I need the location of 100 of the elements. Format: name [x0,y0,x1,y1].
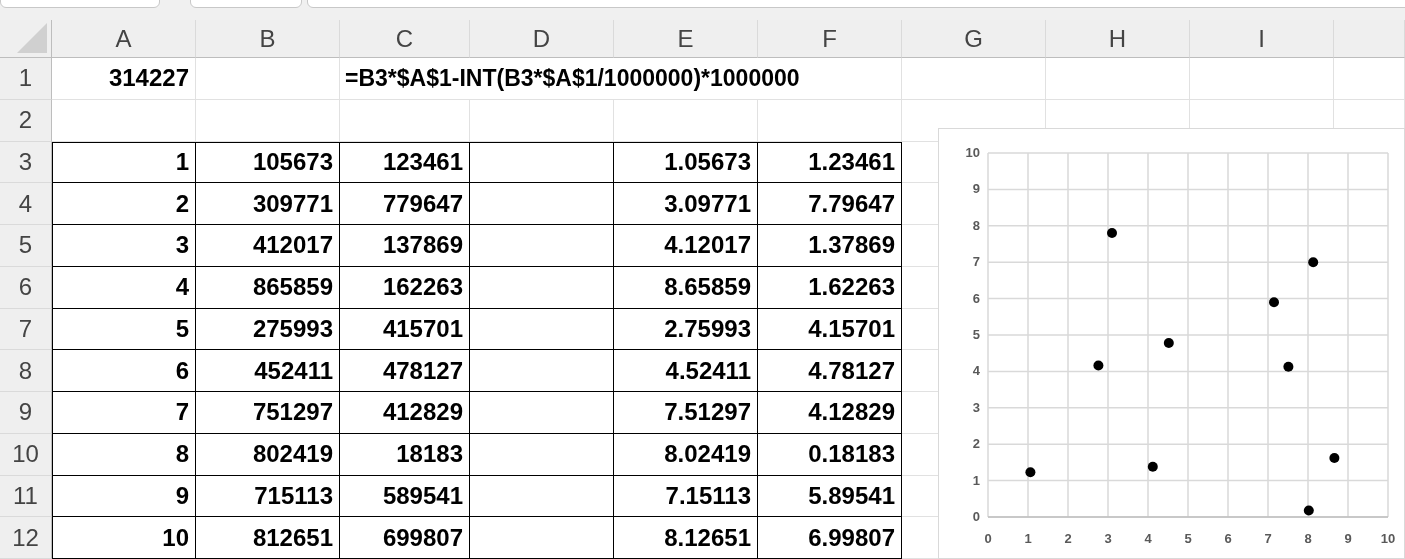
axis-tick-label: 7 [1264,531,1272,546]
table-cell: 8 [52,433,196,476]
axis-tick-label: 1 [1024,531,1032,546]
table-cell: 3.09771 [614,183,758,225]
row-header[interactable]: 6 [0,266,52,309]
table-cell: 18183 [340,433,470,476]
table-cell: 5 [52,308,196,351]
table-cell: 1 [52,141,196,184]
table-cell: 751297 [196,392,340,434]
table-cell: 1.05673 [614,141,758,184]
axis-tick-label: 6 [1224,531,1232,546]
table-cell: 1.37869 [758,225,902,267]
data-point [1303,505,1314,516]
table-cell: 309771 [196,183,340,225]
table-cell: 123461 [340,141,470,184]
table-cell: 802419 [196,433,340,476]
table-cell: 412017 [196,225,340,267]
row-header[interactable]: 9 [0,392,52,434]
row-header[interactable]: 2 [0,99,52,142]
axis-tick-label: 6 [972,290,980,306]
row-header[interactable]: 3 [0,141,52,184]
table-cell: 715113 [196,475,340,518]
column-header[interactable]: B [196,20,340,58]
table-cell: 8.02419 [614,433,758,476]
row-header[interactable]: 12 [0,517,52,559]
select-all-corner[interactable] [0,20,52,58]
table-cell: 4.12829 [758,392,902,434]
row-header[interactable]: 4 [0,183,52,225]
row-header[interactable]: 8 [0,350,52,392]
data-point [1329,453,1340,464]
column-header[interactable]: E [614,20,758,58]
table-cell: 7.15113 [614,475,758,518]
axis-tick-label: 5 [1184,531,1192,546]
axis-tick-label: 0 [984,531,992,546]
axis-tick-label: 2 [972,436,980,452]
table-cell: 275993 [196,308,340,351]
table-cell: 0.18183 [758,433,902,476]
data-point [1107,228,1117,239]
row-header[interactable]: 10 [0,433,52,476]
row-header[interactable]: 7 [0,308,52,351]
row-header[interactable]: 5 [0,225,52,267]
table-cell: 4.15701 [758,308,902,351]
table-cell: 779647 [340,183,470,225]
data-point [1147,461,1158,472]
table-cell: 2 [52,183,196,225]
column-header[interactable]: C [340,20,470,58]
column-header[interactable]: F [758,20,902,58]
axis-tick-label: 4 [972,363,980,379]
table-cell: 8.12651 [614,517,758,559]
table-cell: 812651 [196,517,340,559]
column-header[interactable]: G [902,20,1046,58]
row-header[interactable]: 1 [0,58,52,100]
table-cell: 162263 [340,266,470,309]
table-cell: 7.79647 [758,183,902,225]
data-point [1025,467,1036,478]
axis-tick-label: 8 [972,217,980,233]
table-cell: 5.89541 [758,475,902,518]
axis-tick-label: 9 [1344,531,1352,546]
table-cell: 589541 [340,475,470,518]
select-all-icon[interactable] [17,23,47,53]
table-cell: 4.12017 [614,225,758,267]
table-cell: 6 [52,350,196,392]
table-cell: 8.65859 [614,266,758,309]
axis-tick-label: 2 [1064,531,1072,546]
data-point [1283,361,1294,372]
column-header[interactable]: D [470,20,614,58]
column-header[interactable]: I [1190,20,1334,58]
table-cell: 105673 [196,141,340,184]
data-point [1308,257,1319,268]
row-header[interactable]: 11 [0,475,52,518]
axis-tick-label: 7 [972,254,980,270]
table-cell: 865859 [196,266,340,309]
table-cell: 2.75993 [614,308,758,351]
table-cell: 137869 [340,225,470,267]
table-cell: 314227 [52,58,196,100]
axis-tick-label: 10 [965,145,980,160]
table-cell: 10 [52,517,196,559]
axis-tick-label: 8 [1304,531,1312,546]
column-header[interactable]: H [1046,20,1190,58]
table-cell: 452411 [196,350,340,392]
axis-tick-label: 3 [1104,531,1112,546]
table-cell: 1.62263 [758,266,902,309]
table-cell: 4 [52,266,196,309]
data-point [1093,360,1104,371]
table-cell: 3 [52,225,196,267]
table-cell: 4.52411 [614,350,758,392]
data-point [1163,338,1174,348]
formula-text: =B3*$A$1-INT(B3*$A$1/1000000)*1000000 [340,58,902,100]
axis-tick-label: 9 [972,181,980,197]
data-point [1269,297,1279,308]
table-cell: 412829 [340,392,470,434]
column-header[interactable]: A [52,20,196,58]
column-header[interactable] [1334,20,1405,58]
table-cell: 7.51297 [614,392,758,434]
axis-tick-label: 3 [972,399,980,415]
table-cell: 415701 [340,308,470,351]
table-cell: 1.23461 [758,141,902,184]
axis-tick-label: 10 [1380,531,1396,546]
axis-tick-label: 4 [1144,531,1152,546]
table-cell: 4.78127 [758,350,902,392]
